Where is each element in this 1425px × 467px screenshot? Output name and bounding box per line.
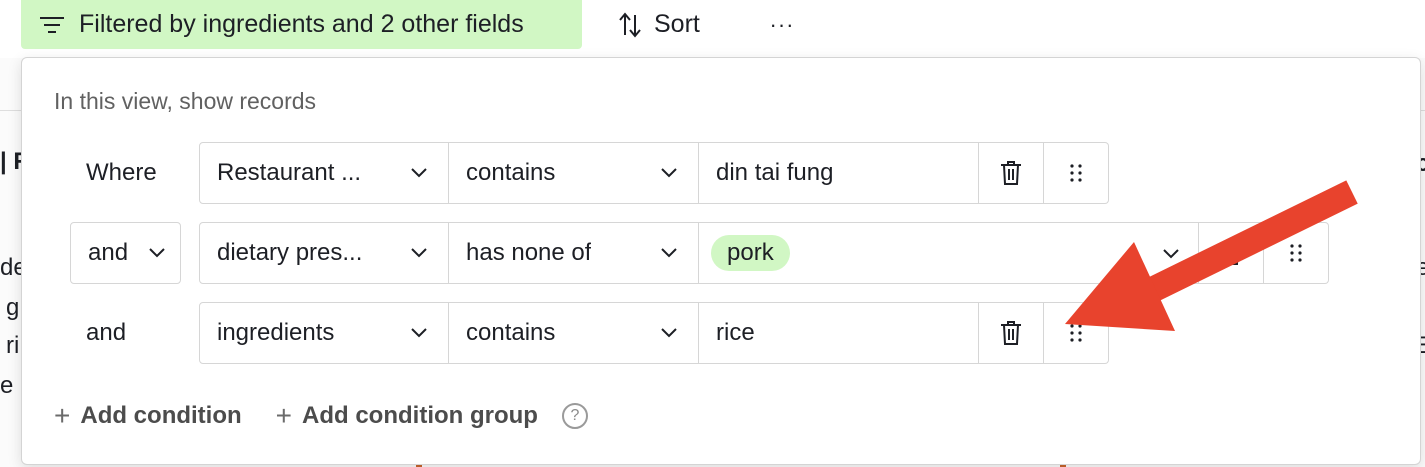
filter-lines-icon (40, 16, 64, 33)
filter-footer-actions: + Add condition + Add condition group ? (54, 398, 588, 434)
chevron-down-icon (411, 248, 427, 258)
question-circle-icon[interactable]: ? (561, 403, 588, 429)
field-select-value: Restaurant ... (217, 159, 362, 186)
drag-handle[interactable] (1044, 142, 1109, 204)
multi-select-value[interactable]: pork (699, 222, 1199, 284)
sort-arrows-icon (619, 11, 641, 38)
field-select[interactable]: ingredients (199, 302, 449, 364)
add-condition-button[interactable]: + Add condition (54, 402, 242, 430)
chevron-down-icon (411, 328, 427, 338)
add-condition-group-button[interactable]: + Add condition group (276, 402, 538, 430)
value-pill[interactable]: pork (711, 235, 790, 271)
operator-select-value: contains (466, 159, 556, 186)
background-text: e (0, 372, 14, 399)
chevron-down-icon (661, 328, 677, 338)
conjunction-select[interactable]: and (70, 222, 181, 284)
drag-handle-icon (1290, 244, 1302, 262)
chevron-down-icon (1163, 249, 1179, 259)
sort-button[interactable]: Sort (612, 0, 706, 49)
more-options-button[interactable]: ··· (762, 0, 802, 49)
drag-handle[interactable] (1264, 222, 1329, 284)
value-input-text: rice (716, 319, 755, 346)
delete-condition-button[interactable] (979, 142, 1044, 204)
drag-handle[interactable] (1044, 302, 1109, 364)
filter-condition-row: and ingredients contains rice (22, 302, 1422, 364)
operator-select-value: has none of (466, 239, 592, 266)
add-condition-label: Add condition (80, 402, 242, 429)
background-text: g (6, 294, 20, 321)
chevron-down-icon (661, 248, 677, 258)
value-input[interactable]: din tai fung (699, 142, 979, 204)
screen: | R de g ri e c e E Filtered by ingredie… (0, 0, 1425, 467)
add-condition-group-label: Add condition group (302, 402, 538, 429)
background-text: ri (6, 332, 20, 359)
field-select-value: ingredients (217, 319, 335, 346)
delete-condition-button[interactable] (979, 302, 1044, 364)
chevron-down-icon (149, 248, 165, 258)
trash-icon (1221, 241, 1241, 265)
filter-condition-row: Where Restaurant ... contains din tai fu… (22, 142, 1422, 204)
plus-icon: + (54, 400, 71, 431)
field-select-value: dietary pres... (217, 239, 363, 266)
trash-icon (1001, 321, 1021, 345)
trash-icon (1001, 161, 1021, 185)
more-dots-icon: ··· (769, 11, 795, 37)
conjunction-select-value: and (88, 239, 129, 266)
operator-select[interactable]: contains (449, 142, 699, 204)
view-toolbar: Filtered by ingredients and 2 other fiel… (0, 0, 1425, 58)
operator-select[interactable]: contains (449, 302, 699, 364)
sort-button-label: Sort (654, 10, 700, 38)
popover-title: In this view, show records (54, 88, 317, 114)
field-select[interactable]: Restaurant ... (199, 142, 449, 204)
chevron-down-icon (411, 168, 427, 178)
operator-select[interactable]: has none of (449, 222, 699, 284)
chevron-down-icon (661, 168, 677, 178)
filter-condition-row: and dietary pres... has none of pork (22, 222, 1422, 284)
drag-handle-icon (1070, 324, 1082, 342)
delete-condition-button[interactable] (1199, 222, 1264, 284)
value-input-text: din tai fung (716, 159, 834, 186)
conjunction-label: Where (86, 159, 157, 186)
filter-button[interactable]: Filtered by ingredients and 2 other fiel… (21, 0, 582, 49)
value-input[interactable]: rice (699, 302, 979, 364)
conjunction-label: and (86, 319, 127, 346)
filter-button-label: Filtered by ingredients and 2 other fiel… (79, 10, 524, 38)
drag-handle-icon (1070, 164, 1082, 182)
field-select[interactable]: dietary pres... (199, 222, 449, 284)
plus-icon: + (275, 400, 293, 431)
filter-popover: In this view, show records Where Restaur… (21, 57, 1421, 465)
operator-select-value: contains (466, 319, 556, 346)
